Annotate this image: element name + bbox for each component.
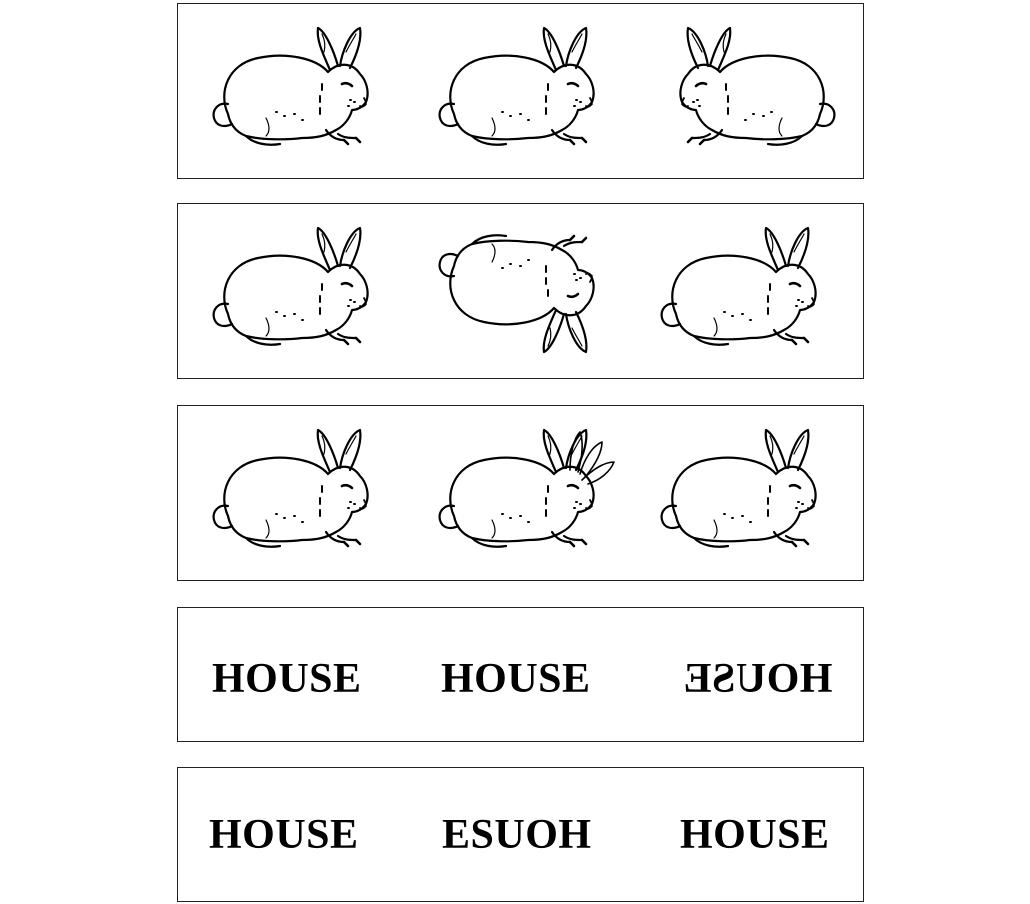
rabbit-panel-3 bbox=[177, 405, 864, 581]
word-label: HOUSE bbox=[212, 656, 362, 702]
rabbit-image bbox=[206, 22, 386, 167]
rabbit-panel-1 bbox=[177, 3, 864, 179]
word-label-mirrored: HOUSE bbox=[683, 656, 833, 702]
rabbit-image bbox=[432, 22, 612, 167]
rabbit-panel-2 bbox=[177, 203, 864, 379]
word-label-reversed: ESUOH bbox=[442, 812, 592, 858]
word-label: HOUSE bbox=[680, 812, 830, 858]
rabbit-image bbox=[206, 222, 386, 367]
rabbit-image bbox=[206, 424, 386, 569]
word-label: HOUSE bbox=[441, 656, 591, 702]
rabbit-image-upside-down bbox=[432, 228, 612, 373]
rabbit-image bbox=[654, 424, 834, 569]
rabbit-image-extra-ears bbox=[432, 424, 615, 569]
rabbit-image bbox=[654, 222, 834, 367]
word-panel-2: HOUSE ESUOH HOUSE bbox=[177, 767, 864, 902]
word-panel-1: HOUSE HOUSE HOUSE bbox=[177, 607, 864, 742]
word-label: HOUSE bbox=[209, 812, 359, 858]
rabbit-image-mirrored bbox=[662, 22, 842, 167]
